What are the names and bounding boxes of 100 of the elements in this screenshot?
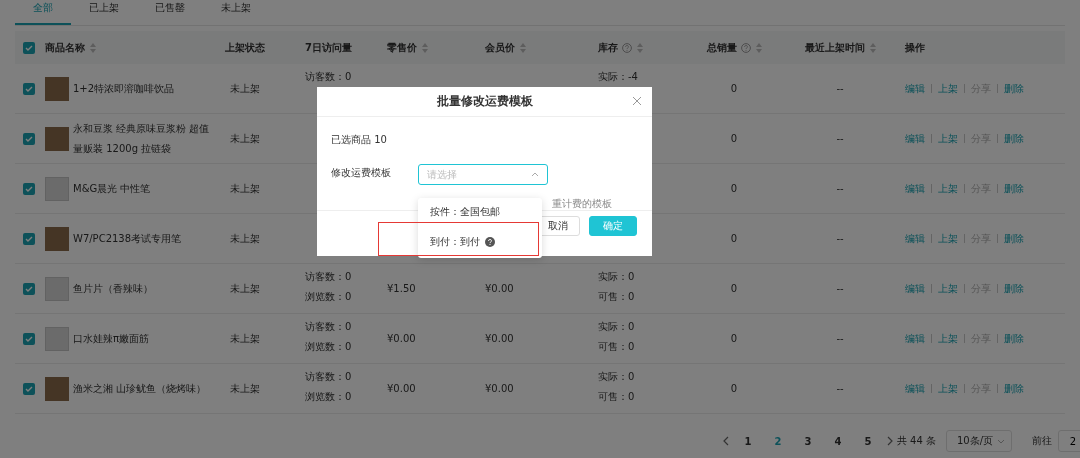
listing-time: -- [836, 333, 844, 344]
column-header: 库存 [598, 40, 618, 55]
checkbox[interactable] [23, 132, 35, 145]
sales-total: 0 [730, 283, 738, 294]
action-link[interactable]: 编辑 [905, 381, 925, 396]
action-link[interactable]: 上架 [938, 131, 958, 146]
sort-icon[interactable] [755, 42, 762, 53]
action-link[interactable]: 上架 [938, 181, 958, 196]
visit-count: 浏览数：0 [305, 340, 352, 353]
status-text: 未上架 [230, 331, 260, 346]
stock-count: 可售：0 [598, 290, 635, 303]
stock-count: 实际：0 [598, 270, 635, 283]
action-link[interactable]: 删除 [1004, 131, 1024, 146]
action-link[interactable]: 编辑 [905, 181, 925, 196]
column-header: 零售价 [387, 40, 417, 55]
field-label: 修改运费模板 [331, 166, 392, 180]
member-price: ¥0.00 [485, 383, 514, 394]
action-link[interactable]: 编辑 [905, 331, 925, 346]
listing-time: -- [836, 233, 844, 244]
action-link[interactable]: 上架 [938, 81, 958, 96]
checkbox[interactable] [23, 232, 35, 245]
action-link[interactable]: 编辑 [905, 131, 925, 146]
product-name: 鱼片片（香辣味） [73, 281, 153, 296]
sort-icon[interactable] [422, 42, 428, 53]
chevron-icon [531, 172, 539, 177]
column-header: 上架状态 [225, 40, 265, 55]
sort-icon[interactable] [637, 42, 643, 53]
visit-count: 访客数：0 [305, 270, 352, 283]
member-price: ¥0.00 [485, 283, 514, 294]
template-select[interactable]: 请选择 [418, 164, 548, 185]
action-link[interactable]: 删除 [1004, 181, 1024, 196]
column-header: 操作 [905, 40, 925, 55]
retail-price: ¥0.00 [387, 383, 416, 394]
action-link[interactable]: 删除 [1004, 281, 1024, 296]
sales-total: 0 [730, 233, 738, 244]
action-link[interactable]: 删除 [1004, 231, 1024, 246]
visit-count: 浏览数：0 [305, 290, 352, 303]
page-number[interactable]: 5 [852, 435, 883, 447]
visit-count: 访客数：0 [305, 320, 352, 333]
action-link[interactable]: 删除 [1004, 331, 1024, 346]
dialog-title: 批量修改运费模板 [436, 93, 533, 110]
sort-icon[interactable] [869, 42, 876, 53]
product-name: M&G晨光 中性笔 [73, 181, 151, 196]
status-text: 未上架 [230, 381, 260, 396]
status-text: 未上架 [230, 131, 260, 146]
retail-price: ¥0.00 [387, 333, 416, 344]
member-price: ¥0.00 [485, 333, 514, 344]
tab[interactable]: 已售罄 [137, 0, 203, 25]
status-text: 未上架 [230, 81, 260, 96]
tab[interactable]: 全部 [15, 0, 71, 25]
sort-icon[interactable] [90, 42, 96, 53]
close-icon[interactable] [632, 96, 642, 106]
checkbox[interactable] [23, 41, 35, 54]
page-size-select[interactable]: 10条/页 [946, 430, 1012, 452]
checkbox[interactable] [23, 382, 35, 395]
column-header: 会员价 [485, 40, 515, 55]
goto-label: 前往 [1032, 434, 1052, 448]
action-link[interactable]: 上架 [938, 331, 958, 346]
listing-time: -- [836, 133, 844, 144]
product-name: W7/PC2138考试专用笔 [73, 231, 182, 246]
product-name: 渔米之湘 山珍鱿鱼（烧烤味） [73, 381, 207, 396]
sort-icon[interactable] [520, 42, 526, 53]
status-text: 未上架 [230, 181, 260, 196]
sales-total: 0 [730, 83, 738, 94]
action-link[interactable]: 编辑 [905, 281, 925, 296]
page-number[interactable]: 1 [732, 435, 763, 447]
checkbox[interactable] [23, 82, 35, 95]
dropdown-option[interactable]: 按件：全国包邮 [430, 205, 500, 219]
action-link[interactable]: 上架 [938, 281, 958, 296]
action-link[interactable]: 删除 [1004, 81, 1024, 96]
page-number[interactable]: 3 [792, 435, 823, 447]
tab[interactable]: 未上架 [203, 0, 269, 25]
stock-count: 实际：0 [598, 370, 635, 383]
sales-total: 0 [730, 183, 738, 194]
action-link[interactable]: 上架 [938, 381, 958, 396]
action-link[interactable]: 删除 [1004, 381, 1024, 396]
action-link[interactable]: 编辑 [905, 231, 925, 246]
status-text: 未上架 [230, 231, 260, 246]
tab[interactable]: 已上架 [71, 0, 137, 25]
product-name: 1+2特浓即溶咖啡饮品 [73, 81, 175, 96]
stock-count: 实际：0 [598, 320, 635, 333]
checkbox[interactable] [23, 332, 35, 345]
sales-total: 0 [730, 333, 738, 344]
column-header: 总销量 [706, 40, 737, 55]
confirm-button[interactable]: 确定 [589, 216, 637, 236]
action-link[interactable]: 编辑 [905, 81, 925, 96]
goto-input[interactable]: 2 [1058, 430, 1080, 452]
page-number[interactable]: 4 [822, 435, 853, 447]
stock-count: 实际：-4 [598, 70, 638, 83]
dropdown-option[interactable]: 到付：到付 [430, 235, 480, 249]
page-number[interactable]: 2 [762, 435, 793, 447]
action-link[interactable]: 上架 [938, 231, 958, 246]
column-header: 商品名称 [45, 40, 85, 55]
column-header: 7日访问量 [305, 40, 352, 55]
column-header: 最近上架时间 [804, 40, 865, 55]
visit-count: 浏览数：0 [305, 390, 352, 403]
checkbox[interactable] [23, 282, 35, 295]
listing-time: -- [836, 183, 844, 194]
chevron-icon [997, 438, 1005, 444]
checkbox[interactable] [23, 182, 35, 195]
